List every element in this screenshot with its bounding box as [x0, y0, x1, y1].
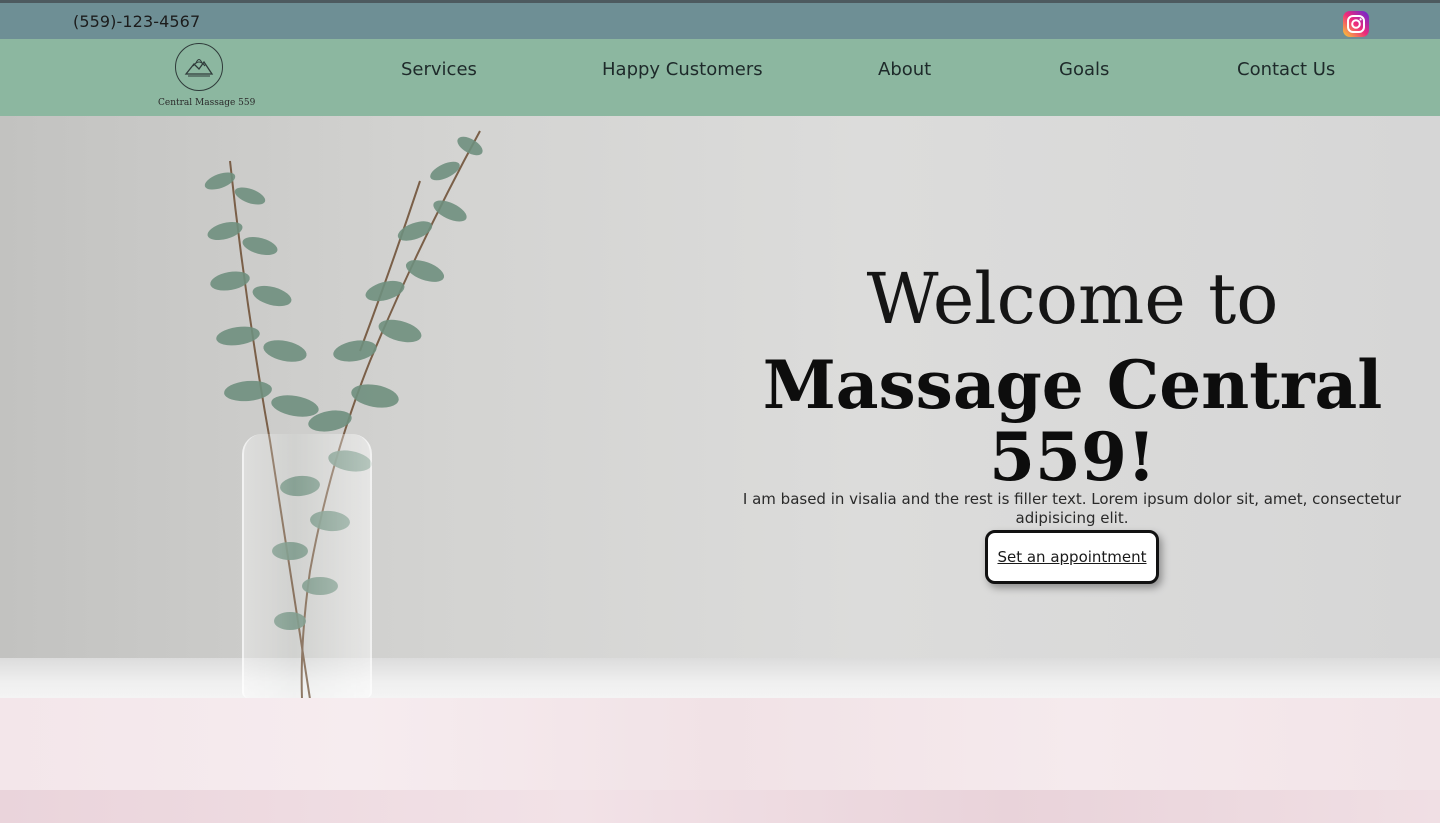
mountain-lotus-logo	[184, 58, 214, 77]
top-bar: (559)-123-4567	[0, 3, 1440, 39]
nav-goals[interactable]: Goals	[1059, 59, 1109, 80]
logo-text: Central Massage 559	[158, 98, 256, 108]
nav-about[interactable]: About	[878, 59, 931, 80]
main-navigation: Central Massage 559 Services Happy Custo…	[0, 39, 1440, 116]
instagram-icon[interactable]	[1343, 11, 1369, 37]
hero-section: Welcome to Massage Central 559! I am bas…	[0, 116, 1440, 698]
nav-services[interactable]: Services	[401, 59, 477, 80]
phone-number[interactable]: (559)-123-4567	[73, 12, 200, 31]
logo-circle	[175, 43, 223, 91]
lower-section-background	[0, 698, 1440, 823]
site-logo[interactable]: Central Massage 559	[158, 42, 256, 110]
glass-vase	[242, 434, 372, 698]
hero-welcome-text: Welcome to	[866, 257, 1279, 340]
hero-brand-title: Massage Central 559!	[762, 345, 1383, 496]
set-appointment-button[interactable]: Set an appointment	[985, 530, 1159, 584]
hero-description: I am based in visalia and the rest is fi…	[742, 490, 1402, 527]
nav-happy-customers[interactable]: Happy Customers	[602, 59, 763, 80]
nav-contact-us[interactable]: Contact Us	[1237, 59, 1335, 80]
lower-section-band	[0, 790, 1440, 823]
